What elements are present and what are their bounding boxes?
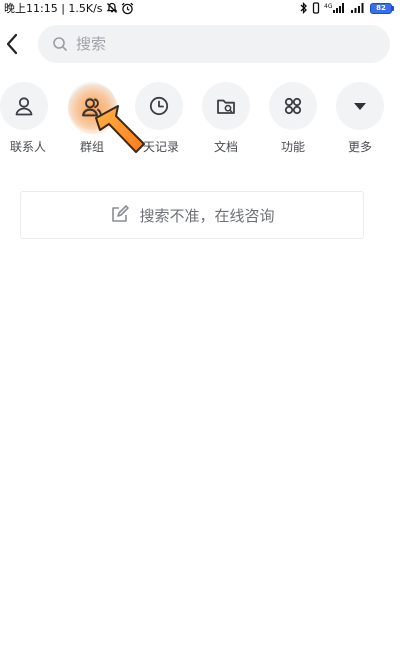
category-contacts[interactable]: 联系人 — [0, 82, 52, 158]
status-time-speed: 晚上11:15 | 1.5K/s — [4, 2, 103, 15]
search-input[interactable] — [76, 29, 356, 59]
category-more-label: 更多 — [347, 140, 372, 154]
alarm-icon — [121, 2, 134, 15]
category-groups[interactable]: 群组 — [64, 82, 120, 158]
category-functions-circle — [269, 82, 317, 130]
caret-down-icon — [354, 103, 366, 110]
battery-level: 82 — [370, 2, 392, 14]
category-functions[interactable]: 功能 — [265, 82, 321, 158]
category-chat-history-label: 天记录 — [142, 140, 179, 154]
feedback-button[interactable]: 搜索不准，在线咨询 — [20, 191, 364, 239]
search-icon — [52, 36, 68, 52]
search-box[interactable] — [38, 25, 390, 63]
edit-icon — [112, 205, 130, 222]
status-left: 晚上11:15 | 1.5K/s — [4, 0, 134, 16]
feedback-label: 搜索不准，在线咨询 — [139, 206, 275, 225]
mute-icon — [106, 2, 118, 14]
person-icon — [15, 97, 33, 116]
status-bar: 晚上11:15 | 1.5K/s 4G 82 — [0, 0, 400, 16]
battery-icon: 82 — [370, 2, 394, 14]
category-groups-label: 群组 — [79, 140, 104, 154]
group-icon — [82, 97, 102, 116]
category-contacts-circle — [0, 82, 48, 130]
search-header — [0, 25, 400, 63]
category-documents-label: 文档 — [213, 140, 238, 154]
signal-4g-icon: 4G — [324, 2, 346, 14]
category-functions-label: 功能 — [280, 140, 305, 154]
status-right: 4G 82 — [300, 2, 394, 14]
category-documents-circle — [202, 82, 250, 130]
signal-icon — [350, 2, 366, 14]
category-documents[interactable]: 文档 — [198, 82, 254, 158]
category-more-circle — [336, 82, 384, 130]
category-chat-history-circle — [135, 82, 183, 130]
category-contacts-label: 联系人 — [9, 140, 46, 154]
back-arrow-icon — [6, 33, 18, 55]
grid-icon — [284, 97, 302, 115]
clock-icon — [149, 96, 169, 116]
svg-text:4G: 4G — [324, 3, 333, 10]
category-row: 联系人 群组 天记录 文档 功能 更多 — [0, 82, 400, 162]
folder-icon — [217, 99, 235, 114]
vibrate-icon — [312, 2, 320, 14]
category-chat-history[interactable]: 天记录 — [131, 82, 187, 158]
category-more[interactable]: 更多 — [332, 82, 388, 158]
category-groups-circle — [68, 82, 116, 130]
back-button[interactable] — [0, 31, 24, 57]
bluetooth-icon — [300, 2, 308, 14]
